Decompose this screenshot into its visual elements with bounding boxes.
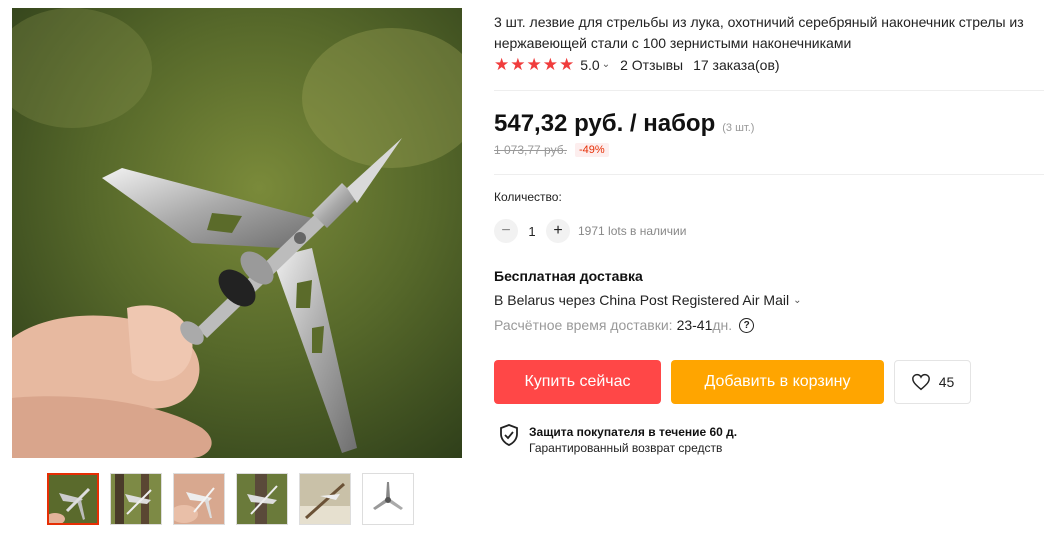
question-icon[interactable]: ? — [739, 317, 755, 333]
old-price-row: 1 073,77 руб. -49% — [494, 143, 609, 157]
protection-subtitle: Гарантированный возврат средств — [529, 441, 723, 455]
increase-quantity-button[interactable]: + — [546, 219, 570, 243]
thumbnail-strip — [47, 473, 414, 525]
wishlist-count: 45 — [938, 374, 955, 390]
price-row: 547,32 руб. / набор (3 шт.) — [494, 110, 754, 138]
quantity-stepper: − 1 + 1971 lots в наличии — [494, 219, 686, 243]
shield-check-icon — [500, 424, 518, 446]
add-to-cart-button[interactable]: Добавить в корзину — [671, 360, 884, 404]
current-price: 547,32 руб. / набор — [494, 110, 716, 137]
buy-now-button[interactable]: Купить сейчас — [494, 360, 661, 404]
thumbnail-4[interactable] — [236, 473, 288, 525]
thumbnail-3[interactable] — [173, 473, 225, 525]
star-icon: ★ — [559, 55, 575, 74]
wishlist-button[interactable]: 45 — [894, 360, 971, 404]
product-title: 3 шт. лезвие для стрельбы из лука, охотн… — [494, 14, 1024, 51]
quantity-label: Количество: — [494, 190, 562, 204]
buyer-protection: Защита покупателя в течение 60 д. Гарант… — [499, 424, 737, 456]
thumbnail-5[interactable] — [299, 473, 351, 525]
stock-available: 1971 lots в наличии — [578, 224, 687, 238]
orders-count: 17 заказа(ов) — [693, 56, 780, 73]
shipping-title: Бесплатная доставка — [494, 268, 643, 284]
divider — [494, 174, 1044, 175]
rating-value[interactable]: 5.0 — [580, 57, 599, 73]
rating-stars: ★ ★ ★ ★ ★ — [494, 56, 574, 73]
chevron-down-icon: ⌄ — [793, 294, 802, 306]
heart-icon — [911, 373, 930, 391]
reviews-link[interactable]: 2 Отзывы — [620, 57, 683, 73]
rating-row: ★ ★ ★ ★ ★ 5.0 ⌄ 2 Отзывы 17 заказа(ов) — [494, 56, 780, 73]
thumbnail-6[interactable] — [362, 473, 414, 525]
main-product-image[interactable] — [12, 8, 462, 458]
price-unit-note: (3 шт.) — [722, 122, 755, 134]
delivery-days-unit: дн. — [712, 317, 733, 333]
shipping-method-selector[interactable]: В Belarus через China Post Registered Ai… — [494, 292, 802, 308]
shipping-method: В Belarus через China Post Registered Ai… — [494, 292, 790, 308]
chevron-down-icon[interactable]: ⌄ — [602, 59, 610, 70]
discount-badge: -49% — [574, 143, 609, 157]
delivery-time: Расчётное время доставки: 23-41 дн. ? — [494, 317, 755, 333]
star-icon: ★ — [510, 55, 526, 74]
thumbnail-2[interactable] — [110, 473, 162, 525]
delivery-time-label: Расчётное время доставки: — [494, 317, 673, 333]
delivery-days: 23-41 — [676, 317, 713, 333]
quantity-value[interactable]: 1 — [518, 224, 546, 239]
old-price: 1 073,77 руб. — [494, 143, 567, 157]
star-icon: ★ — [526, 55, 542, 74]
action-buttons: Купить сейчас Добавить в корзину 45 — [494, 360, 971, 404]
star-icon: ★ — [494, 55, 510, 74]
decrease-quantity-button[interactable]: − — [494, 219, 518, 243]
star-icon: ★ — [542, 55, 558, 74]
protection-title: Защита покупателя в течение 60 д. — [529, 425, 738, 439]
divider — [494, 90, 1044, 91]
thumbnail-1[interactable] — [47, 473, 99, 525]
